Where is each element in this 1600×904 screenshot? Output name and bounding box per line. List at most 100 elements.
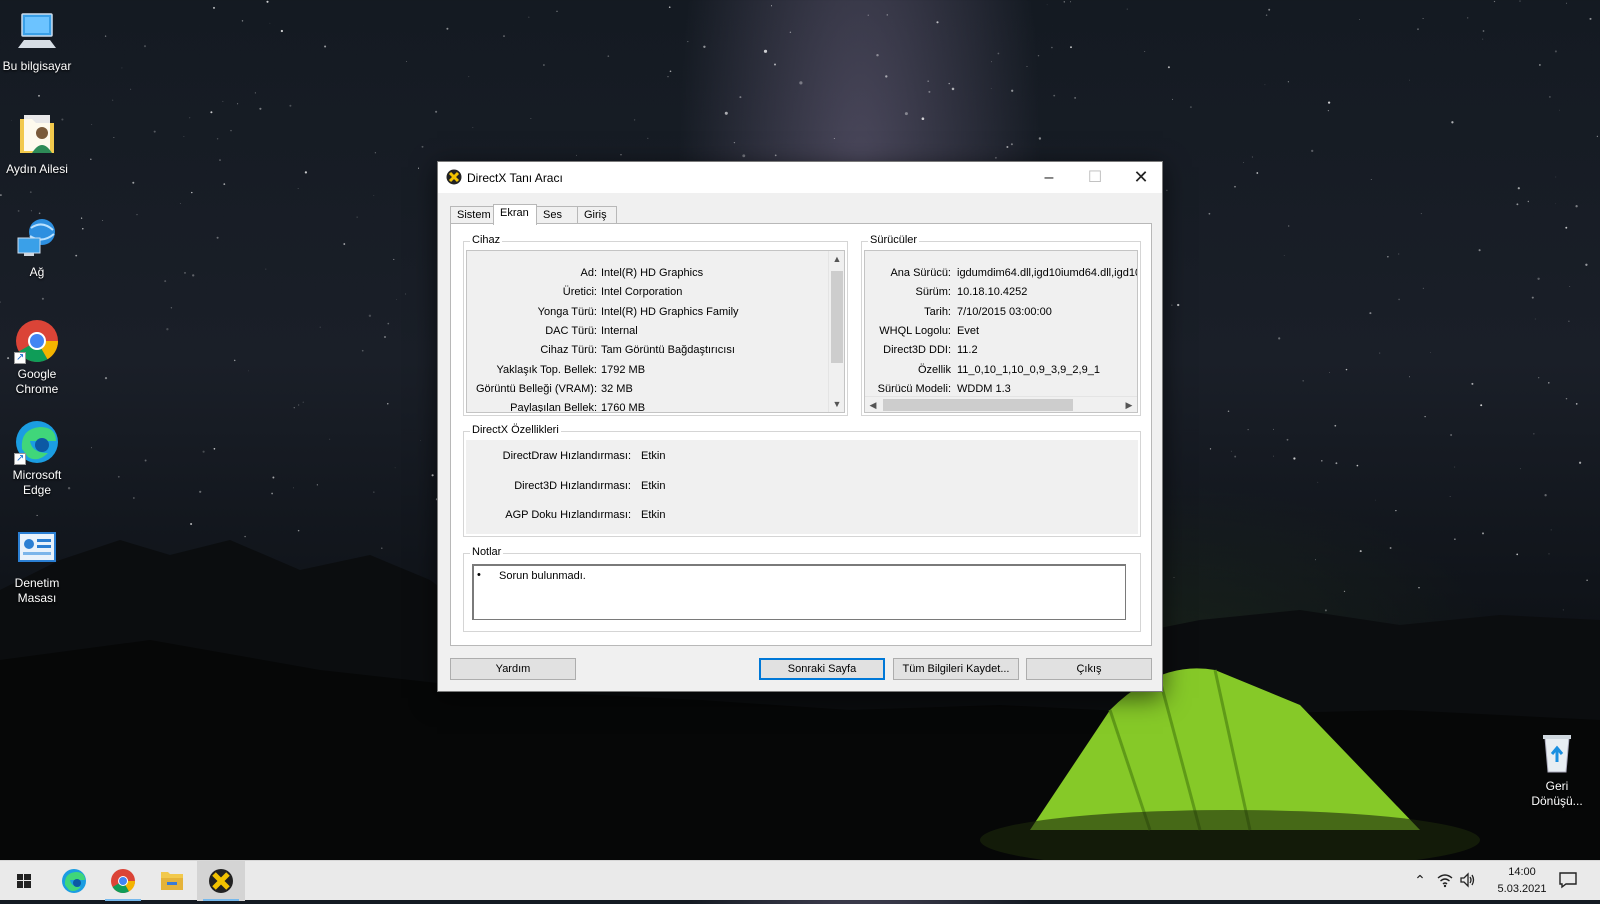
desktop-icon-recycle-bin[interactable]: Geri Dönüşü... [1520,730,1594,809]
feature-key: AGP Doku Hızlandırması: [505,509,631,521]
driver-key: Tarih: [924,306,951,318]
this-pc-icon [14,10,60,56]
directx-icon [209,869,233,893]
feature-value: Etkin [641,450,666,462]
device-value: Tam Görüntü Bağdaştırıcısı [601,344,735,356]
driver-value: 11_0,10_1,10_0,9_3,9_2,9_1 [957,364,1100,376]
driver-row: WHQL Logolu: Evet [865,325,979,341]
notes-textbox[interactable]: • Sorun bulunmadı. [472,564,1126,620]
clock-date: 5.03.2021 [1497,883,1547,895]
desktop-icon-label: Ağ [29,265,45,279]
feature-row: Direct3D Hızlandırması: Etkin [466,480,665,496]
desktop-icon-edge[interactable]: Microsoft Edge [0,419,74,498]
device-value: Intel(R) HD Graphics Family [601,306,739,318]
tab-giris[interactable]: Giriş [577,206,617,224]
device-group-title: Cihaz [470,234,503,246]
shortcut-arrow-icon [14,350,26,365]
action-center-icon[interactable] [1558,871,1578,889]
control-panel-icon [14,527,60,573]
tab-ekran[interactable]: Ekran [493,204,537,225]
taskbar-file-explorer[interactable] [148,861,196,901]
device-key: Görüntü Belleği (VRAM): [475,383,597,395]
drivers-horizontal-scrollbar[interactable]: ◀ ▶ [865,396,1137,412]
device-row: DAC Türü: Internal [467,325,637,341]
taskbar-chrome[interactable] [99,861,147,901]
desktop-icon-label: Bu bilgisayar [2,59,72,73]
next-page-button[interactable]: Sonraki Sayfa [759,658,885,680]
feature-row: DirectDraw Hızlandırması: Etkin [466,450,666,466]
taskbar-clock[interactable]: 14:00 5.03.2021 [1482,864,1562,898]
tab-sistem[interactable]: Sistem [450,206,494,224]
device-key: Yaklaşık Top. Bellek: [496,364,597,376]
device-key: Üretici: [562,286,597,298]
drivers-group: Sürücüler Ana Sürücü: igdumdim64.dll,igd1… [861,234,1141,416]
volume-icon[interactable] [1458,872,1478,890]
desktop-icon-user-folder[interactable]: Aydın Ailesi [0,113,74,177]
driver-row: Tarih: 7/10/2015 03:00:00 [865,306,1052,322]
driver-row: Özellik 11_0,10_1,10_0,9_3,9_2,9_1 [865,364,1100,380]
driver-key: Direct3D DDI: [883,344,951,356]
taskbar-edge[interactable] [50,861,98,901]
scroll-down-icon[interactable]: ▼ [829,396,844,412]
device-row: Yonga Türü: Intel(R) HD Graphics Family [467,306,739,322]
device-row: Yaklaşık Top. Bellek: 1792 MB [467,364,646,380]
edge-icon [62,869,86,893]
start-button[interactable] [0,861,48,901]
note-item: Sorun bulunmadı. [499,570,586,582]
device-value: Intel(R) HD Graphics [601,267,704,279]
scrollbar-thumb[interactable] [883,399,1073,411]
tab-ses[interactable]: Ses [536,206,578,224]
device-row: Cihaz Türü: Tam Görüntü Bağdaştırıcısı [467,344,735,360]
network-wifi-icon[interactable] [1435,872,1455,890]
close-button[interactable]: ✕ [1118,162,1164,193]
device-vertical-scrollbar[interactable]: ▲ ▼ [828,251,844,412]
title-bar[interactable]: DirectX Tanı Aracı – ☐ ✕ [438,162,1162,193]
desktop-icon-this-pc[interactable]: Bu bilgisayar [0,10,74,74]
device-row: Üretici: Intel Corporation [467,286,683,302]
device-value: 32 MB [601,383,633,395]
features-list: DirectDraw Hızlandırması: Etkin Direct3D … [466,440,1138,534]
device-key: Paylaşılan Bellek: [510,402,597,413]
shortcut-arrow-icon [14,451,26,466]
save-all-info-button[interactable]: Tüm Bilgileri Kaydet... [893,658,1019,680]
scroll-left-icon[interactable]: ◀ [865,397,881,412]
device-key: Cihaz Türü: [540,344,597,356]
driver-row: Sürüm: 10.18.10.4252 [865,286,1028,302]
feature-value: Etkin [641,480,666,492]
exit-button[interactable]: Çıkış [1026,658,1152,680]
minimize-button[interactable]: – [1026,162,1072,193]
driver-key: WHQL Logolu: [879,325,951,337]
desktop-icon-chrome[interactable]: Google Chrome [0,318,74,397]
device-value: Intel Corporation [601,286,683,298]
device-key: DAC Türü: [545,325,597,337]
tab-panel-ekran: Cihaz Ad: Intel(R) HD Graphics Üretici: In… [450,223,1152,646]
windows-logo-icon [17,874,31,888]
desktop-icon-label: Google Chrome [15,367,59,396]
driver-value: WDDM 1.3 [957,383,1011,395]
show-hidden-icons-chevron-icon[interactable]: ⌃ [1410,872,1430,890]
directx-diag-window[interactable]: DirectX Tanı Aracı – ☐ ✕ Sistem Ekran Se… [437,161,1163,692]
device-value: Internal [601,325,638,337]
help-button[interactable]: Yardım [450,658,576,680]
desktop-icon-control-panel[interactable]: Denetim Masası [0,527,74,606]
driver-value: igdumdim64.dll,igd10iumd64.dll,igd10iu [957,267,1138,279]
taskbar: ⌃ 14:00 5.03.2021 [0,860,1600,901]
scrollbar-thumb[interactable] [831,271,843,363]
desktop-icon-network[interactable]: Ağ [0,216,74,280]
device-row: Görüntü Belleği (VRAM): 32 MB [467,383,633,399]
driver-key: Ana Sürücü: [890,267,951,279]
driver-value: 10.18.10.4252 [957,286,1028,298]
scroll-right-icon[interactable]: ▶ [1121,397,1137,412]
device-info-list[interactable]: Ad: Intel(R) HD Graphics Üretici: Intel Co… [466,250,845,413]
desktop-icon-label: Microsoft Edge [12,468,62,497]
device-group: Cihaz Ad: Intel(R) HD Graphics Üretici: In… [463,234,848,416]
desktop-icon-label: Aydın Ailesi [6,162,68,176]
folder-icon [161,872,183,890]
drivers-info-list[interactable]: Ana Sürücü: igdumdim64.dll,igd10iumd64.dl… [864,250,1138,413]
taskbar-directx-diag[interactable] [197,861,245,901]
user-folder-icon [14,113,60,159]
device-key: Ad: [580,267,597,279]
maximize-button[interactable]: ☐ [1072,162,1118,193]
scroll-up-icon[interactable]: ▲ [829,251,844,267]
device-value: 1760 MB [601,402,646,413]
